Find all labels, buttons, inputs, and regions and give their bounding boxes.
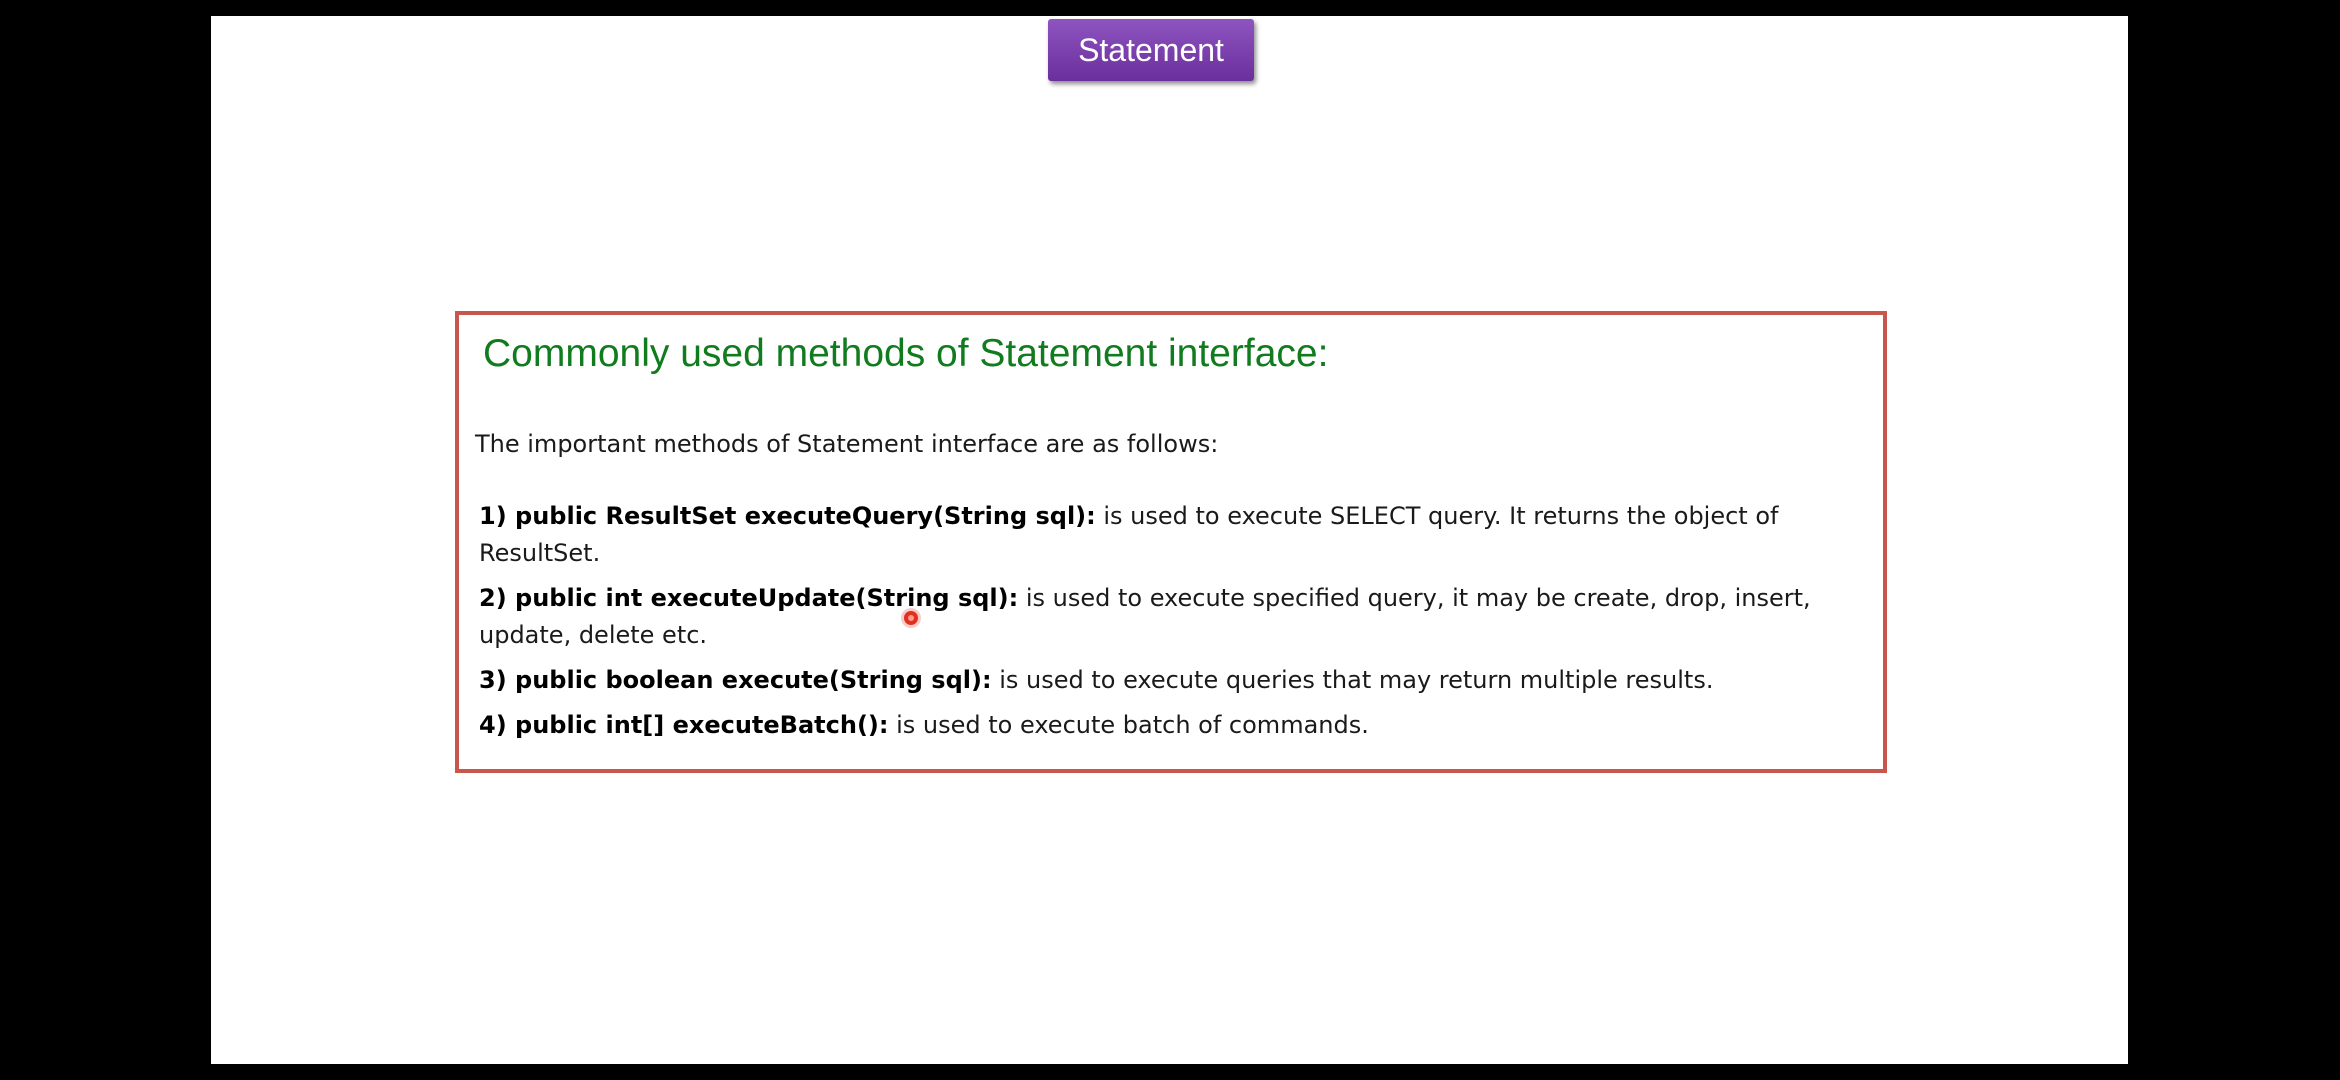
method-item-execute-query: 1) public ResultSet executeQuery(String … [479,498,1879,572]
slide: Statement Commonly used methods of State… [211,16,2128,1064]
methods-heading: Commonly used methods of Statement inter… [483,332,1329,375]
pointer-highlight-icon [904,611,918,625]
method-signature: 4) public int[] executeBatch(): [479,711,889,739]
method-item-execute: 3) public boolean execute(String sql): i… [479,662,1879,699]
slide-title-tab: Statement [1048,19,1254,81]
methods-box: Commonly used methods of Statement inter… [455,311,1887,773]
method-item-execute-update: 2) public int executeUpdate(String sql):… [479,580,1879,654]
method-description: is used to execute batch of commands. [888,711,1369,739]
methods-intro: The important methods of Statement inter… [475,430,1219,458]
method-description: is used to execute queries that may retu… [991,666,1714,694]
methods-list: 1) public ResultSet executeQuery(String … [479,498,1879,752]
method-signature: 2) public int executeUpdate(String sql): [479,584,1019,612]
method-item-execute-batch: 4) public int[] executeBatch(): is used … [479,707,1879,744]
method-signature: 3) public boolean execute(String sql): [479,666,992,694]
method-signature: 1) public ResultSet executeQuery(String … [479,502,1096,530]
